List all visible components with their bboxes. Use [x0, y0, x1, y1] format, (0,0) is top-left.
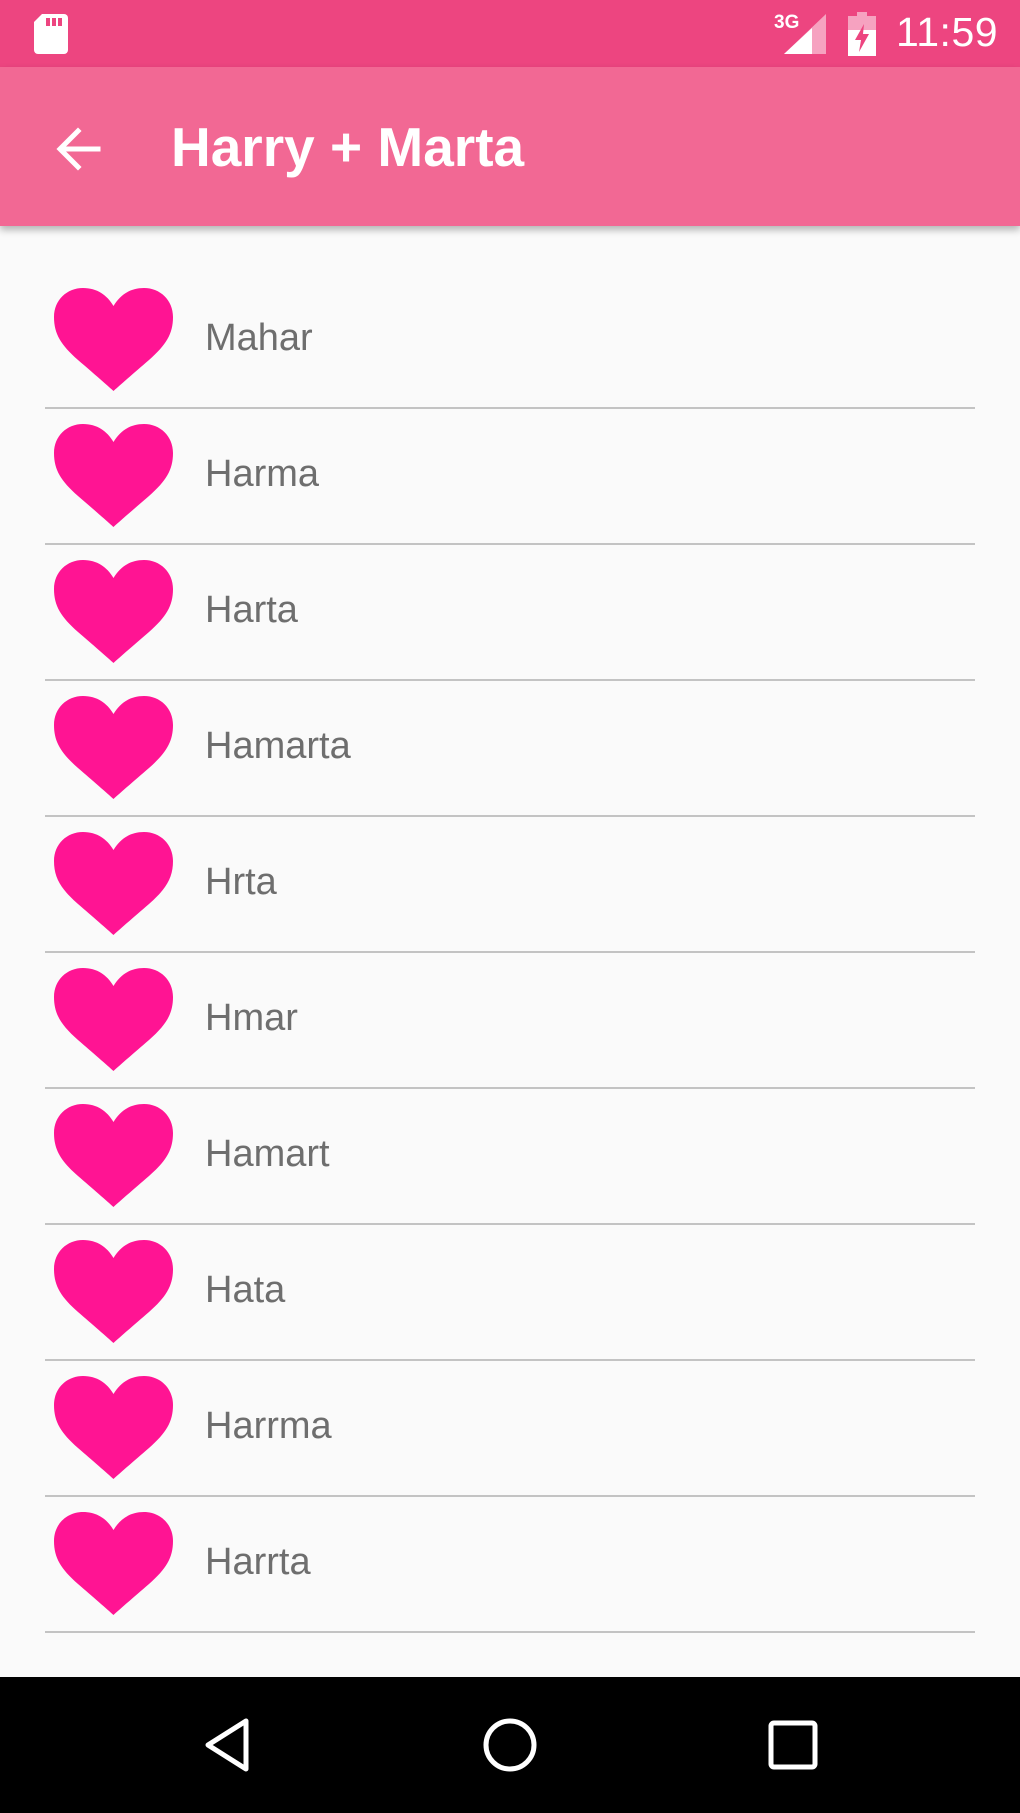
divider: [45, 1631, 975, 1633]
list-item-label: Harma: [205, 453, 320, 495]
nav-recents-icon[interactable]: [763, 1715, 823, 1775]
nav-back-icon[interactable]: [198, 1715, 258, 1775]
heart-icon: [54, 424, 173, 527]
heart-icon: [54, 560, 173, 663]
list-item-label: Mahar: [205, 317, 313, 359]
heart-icon: [54, 832, 173, 935]
signal-icon: [784, 14, 826, 54]
names-list: Mahar Harma Harta Hamarta Hrta Hmar Hamart Hata…: [0, 272, 1020, 1633]
list-item-label: Harrta: [205, 1541, 311, 1583]
list-item-label: Hata: [205, 1269, 286, 1311]
arrow-back-icon: [56, 127, 101, 171]
list-item[interactable]: Harma: [0, 408, 1020, 545]
heart-icon: [54, 696, 173, 799]
list-item[interactable]: Harta: [0, 544, 1020, 681]
list-item[interactable]: Hrta: [0, 816, 1020, 953]
list-item-label: Hmar: [205, 997, 298, 1039]
list-item[interactable]: Mahar: [0, 272, 1020, 409]
navigation-bar: [0, 1677, 1020, 1813]
list-item-label: Hamart: [205, 1133, 330, 1175]
heart-icon: [54, 968, 173, 1071]
list-item-label: Harta: [205, 589, 298, 631]
list-item[interactable]: Harrma: [0, 1360, 1020, 1497]
heart-icon: [54, 288, 173, 391]
clock: 11:59: [896, 9, 999, 55]
app-bar: Harry + Marta: [0, 67, 1020, 226]
list-item[interactable]: Hata: [0, 1224, 1020, 1361]
back-button[interactable]: [46, 117, 110, 181]
heart-icon: [54, 1240, 173, 1343]
list-item-label: Hamarta: [205, 725, 351, 767]
list-item[interactable]: Hamarta: [0, 680, 1020, 817]
battery-charging-icon: [848, 12, 876, 56]
page-title: Harry + Marta: [171, 116, 525, 178]
list-item-label: Hrta: [205, 861, 277, 903]
list-item-label: Harrma: [205, 1405, 332, 1447]
heart-icon: [54, 1376, 173, 1479]
list-item[interactable]: Harrta: [0, 1496, 1020, 1633]
list-item[interactable]: Hamart: [0, 1088, 1020, 1225]
heart-icon: [54, 1512, 173, 1615]
sd-card-icon: [34, 14, 68, 54]
list-item[interactable]: Hmar: [0, 952, 1020, 1089]
status-bar: 3G 11:59: [0, 0, 1020, 67]
heart-icon: [54, 1104, 173, 1207]
nav-home-icon[interactable]: [480, 1715, 540, 1775]
